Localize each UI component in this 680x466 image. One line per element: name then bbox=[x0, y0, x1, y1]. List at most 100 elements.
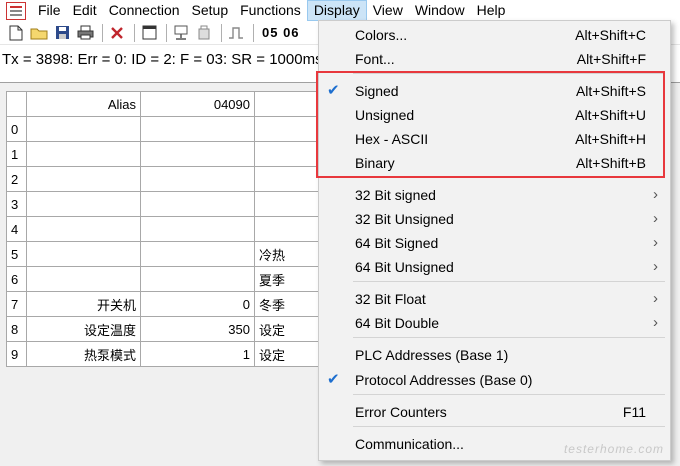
menu-item-32-bit-signed[interactable]: 32 Bit signed › bbox=[319, 183, 670, 207]
disconnect-icon[interactable] bbox=[194, 23, 214, 43]
column-header-alias[interactable]: Alias bbox=[26, 91, 141, 117]
extra-cell[interactable]: 设定 bbox=[254, 341, 321, 367]
checkmark-icon: ✔ bbox=[327, 82, 340, 99]
row-index-cell[interactable]: 0 bbox=[6, 116, 27, 142]
row-index-cell[interactable]: 3 bbox=[6, 191, 27, 217]
menu-connection[interactable]: Connection bbox=[103, 0, 186, 21]
menu-separator bbox=[353, 281, 665, 282]
alias-cell[interactable] bbox=[26, 141, 141, 167]
print-icon[interactable] bbox=[75, 23, 95, 43]
extra-cell[interactable]: 夏季 bbox=[254, 266, 321, 292]
table-row: 1 bbox=[6, 141, 321, 167]
extra-cell[interactable] bbox=[254, 141, 321, 167]
corner-cell bbox=[6, 91, 27, 117]
table-row: 0 bbox=[6, 116, 321, 142]
table-row: 6 夏季 bbox=[6, 266, 321, 292]
row-index-cell[interactable]: 8 bbox=[6, 316, 27, 342]
save-icon[interactable] bbox=[52, 23, 72, 43]
menu-setup[interactable]: Setup bbox=[186, 0, 235, 21]
menu-item-error-counters[interactable]: Error Counters F11 bbox=[319, 400, 670, 424]
function-codes-label[interactable]: 05 06 bbox=[262, 25, 300, 40]
close-icon[interactable] bbox=[107, 23, 127, 43]
alias-cell[interactable] bbox=[26, 216, 141, 242]
value-cell[interactable]: 0 bbox=[140, 291, 255, 317]
menu-item-label: PLC Addresses (Base 1) bbox=[355, 347, 509, 363]
menu-item-64-bit-unsigned[interactable]: 64 Bit Unsigned › bbox=[319, 255, 670, 279]
column-header-extra[interactable] bbox=[254, 91, 321, 117]
table-row: 7 开关机 0 冬季 bbox=[6, 291, 321, 317]
menu-item-plc-addresses[interactable]: PLC Addresses (Base 1) bbox=[319, 343, 670, 367]
menu-item-shortcut: Alt+Shift+F bbox=[576, 51, 646, 67]
alias-cell[interactable] bbox=[26, 166, 141, 192]
menu-item-32-bit-float[interactable]: 32 Bit Float › bbox=[319, 287, 670, 311]
table-row: 8 设定温度 350 设定 bbox=[6, 316, 321, 342]
extra-cell[interactable]: 冷热 bbox=[254, 241, 321, 267]
extra-cell[interactable] bbox=[254, 216, 321, 242]
menu-item-font[interactable]: Font... Alt+Shift+F bbox=[319, 47, 670, 71]
chevron-right-icon: › bbox=[653, 210, 658, 227]
menu-item-colors[interactable]: Colors... Alt+Shift+C bbox=[319, 23, 670, 47]
value-cell[interactable]: 350 bbox=[140, 316, 255, 342]
new-file-icon[interactable] bbox=[6, 23, 26, 43]
menu-edit[interactable]: Edit bbox=[67, 0, 103, 21]
row-index-cell[interactable]: 1 bbox=[6, 141, 27, 167]
menu-separator bbox=[353, 426, 665, 427]
row-index-cell[interactable]: 4 bbox=[6, 216, 27, 242]
row-index-cell[interactable]: 5 bbox=[6, 241, 27, 267]
menu-help[interactable]: Help bbox=[471, 0, 512, 21]
table-row: 9 热泵模式 1 设定 bbox=[6, 341, 321, 367]
open-folder-icon[interactable] bbox=[29, 23, 49, 43]
value-cell[interactable] bbox=[140, 191, 255, 217]
row-index-cell[interactable]: 6 bbox=[6, 266, 27, 292]
row-index-cell[interactable]: 7 bbox=[6, 291, 27, 317]
value-cell[interactable] bbox=[140, 116, 255, 142]
alias-cell[interactable] bbox=[26, 266, 141, 292]
column-header-address[interactable]: 04090 bbox=[140, 91, 255, 117]
menu-item-64-bit-double[interactable]: 64 Bit Double › bbox=[319, 311, 670, 335]
extra-cell[interactable]: 设定 bbox=[254, 316, 321, 342]
menu-functions[interactable]: Functions bbox=[234, 0, 307, 21]
value-cell[interactable] bbox=[140, 166, 255, 192]
alias-cell[interactable] bbox=[26, 241, 141, 267]
menu-separator bbox=[353, 177, 665, 178]
chevron-right-icon: › bbox=[653, 234, 658, 251]
value-cell[interactable] bbox=[140, 266, 255, 292]
alias-cell[interactable] bbox=[26, 116, 141, 142]
menu-item-protocol-addresses[interactable]: ✔ Protocol Addresses (Base 0) bbox=[319, 368, 670, 392]
value-cell[interactable] bbox=[140, 216, 255, 242]
register-table: Alias 04090 0 1 2 3 4 5 冷热 6 夏季 7 开关机 0 冬季 8 设定温度 350 设定… bbox=[6, 91, 321, 367]
value-cell[interactable] bbox=[140, 141, 255, 167]
extra-cell[interactable]: 冬季 bbox=[254, 291, 321, 317]
alias-cell[interactable]: 设定温度 bbox=[26, 316, 141, 342]
menu-item-shortcut: Alt+Shift+U bbox=[575, 107, 646, 123]
menu-item-binary[interactable]: Binary Alt+Shift+B bbox=[319, 151, 670, 175]
pulse-icon[interactable] bbox=[226, 23, 246, 43]
window-icon[interactable] bbox=[139, 23, 159, 43]
value-cell[interactable] bbox=[140, 241, 255, 267]
alias-cell[interactable]: 开关机 bbox=[26, 291, 141, 317]
row-index-cell[interactable]: 2 bbox=[6, 166, 27, 192]
menu-item-unsigned[interactable]: Unsigned Alt+Shift+U bbox=[319, 103, 670, 127]
menu-item-32-bit-unsigned[interactable]: 32 Bit Unsigned › bbox=[319, 207, 670, 231]
menu-separator bbox=[353, 394, 665, 395]
menu-item-64-bit-signed[interactable]: 64 Bit Signed › bbox=[319, 231, 670, 255]
app-icon[interactable] bbox=[6, 1, 26, 20]
table-header-row: Alias 04090 bbox=[6, 91, 321, 117]
menu-view[interactable]: View bbox=[367, 0, 409, 21]
row-index-cell[interactable]: 9 bbox=[6, 341, 27, 367]
menu-item-label: 64 Bit Signed bbox=[355, 235, 439, 251]
menu-item-label: 32 Bit Float bbox=[355, 291, 426, 307]
menu-item-hex-ascii[interactable]: Hex - ASCII Alt+Shift+H bbox=[319, 127, 670, 151]
menu-item-signed[interactable]: ✔ Signed Alt+Shift+S bbox=[319, 79, 670, 103]
extra-cell[interactable] bbox=[254, 116, 321, 142]
menu-display[interactable]: Display bbox=[306, 0, 367, 21]
value-cell[interactable]: 1 bbox=[140, 341, 255, 367]
alias-cell[interactable]: 热泵模式 bbox=[26, 341, 141, 367]
alias-cell[interactable] bbox=[26, 191, 141, 217]
menu-window[interactable]: Window bbox=[409, 0, 471, 21]
extra-cell[interactable] bbox=[254, 166, 321, 192]
menu-file[interactable]: File bbox=[32, 0, 67, 21]
display-menu-dropdown: Colors... Alt+Shift+C Font... Alt+Shift+F ✔ S… bbox=[318, 20, 671, 461]
extra-cell[interactable] bbox=[254, 191, 321, 217]
connect-icon[interactable] bbox=[171, 23, 191, 43]
